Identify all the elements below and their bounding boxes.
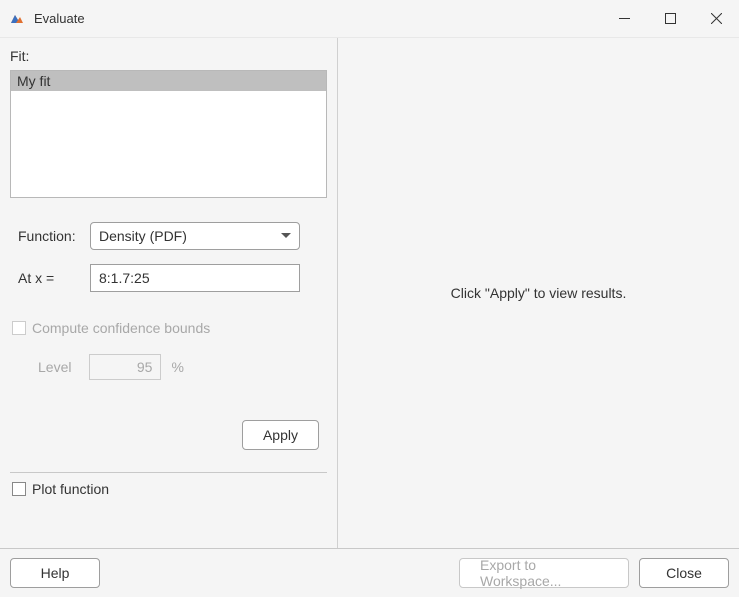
titlebar: Evaluate bbox=[0, 0, 739, 38]
content-area: Fit: My fit Function: Density (PDF) At x… bbox=[0, 38, 739, 548]
results-placeholder: Click "Apply" to view results. bbox=[451, 285, 627, 301]
level-label: Level bbox=[38, 359, 71, 375]
maximize-button[interactable] bbox=[647, 0, 693, 38]
apply-row: Apply bbox=[10, 420, 327, 450]
bottom-bar: Help Export to Workspace... Close bbox=[0, 548, 739, 596]
separator bbox=[10, 472, 327, 473]
fit-list-item[interactable]: My fit bbox=[11, 71, 326, 91]
app-icon bbox=[8, 10, 26, 28]
bottom-right-group: Export to Workspace... Close bbox=[459, 558, 729, 588]
atx-row: At x = bbox=[10, 264, 327, 292]
confidence-checkbox bbox=[12, 321, 26, 335]
function-select-value: Density (PDF) bbox=[90, 222, 300, 250]
plot-function-checkbox[interactable] bbox=[12, 482, 26, 496]
level-percent-label: % bbox=[171, 359, 183, 375]
function-select[interactable]: Density (PDF) bbox=[90, 222, 300, 250]
window-title: Evaluate bbox=[34, 11, 601, 26]
level-input bbox=[89, 354, 161, 380]
fit-listbox[interactable]: My fit bbox=[10, 70, 327, 198]
close-button[interactable]: Close bbox=[639, 558, 729, 588]
help-button[interactable]: Help bbox=[10, 558, 100, 588]
left-panel: Fit: My fit Function: Density (PDF) At x… bbox=[0, 38, 338, 548]
export-button: Export to Workspace... bbox=[459, 558, 629, 588]
fit-label: Fit: bbox=[10, 48, 327, 64]
function-row: Function: Density (PDF) bbox=[10, 222, 327, 250]
function-label: Function: bbox=[10, 228, 90, 244]
atx-label: At x = bbox=[10, 270, 90, 286]
confidence-label: Compute confidence bounds bbox=[32, 320, 210, 336]
window-controls bbox=[601, 0, 739, 38]
close-window-button[interactable] bbox=[693, 0, 739, 38]
atx-input[interactable] bbox=[90, 264, 300, 292]
plot-function-label: Plot function bbox=[32, 481, 109, 497]
plot-function-row: Plot function bbox=[10, 481, 327, 497]
results-panel: Click "Apply" to view results. bbox=[338, 38, 739, 548]
confidence-checkbox-row: Compute confidence bounds bbox=[10, 320, 327, 336]
apply-button[interactable]: Apply bbox=[242, 420, 319, 450]
minimize-button[interactable] bbox=[601, 0, 647, 38]
level-row: Level % bbox=[38, 354, 327, 380]
